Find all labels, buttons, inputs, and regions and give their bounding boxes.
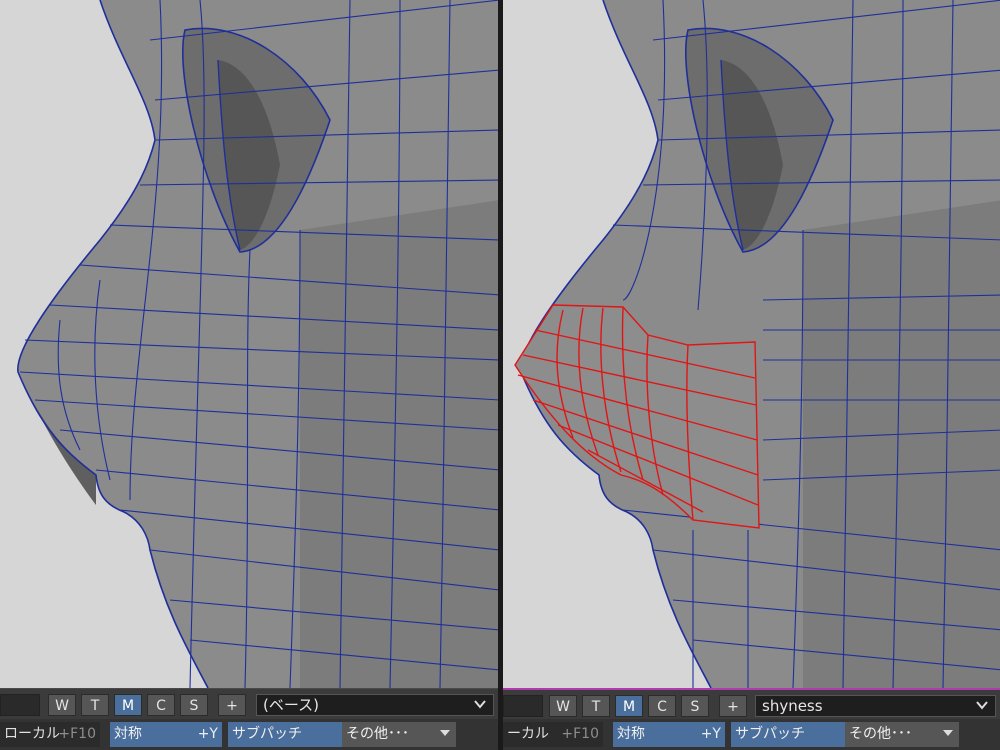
subpatch-label: サブパッチ xyxy=(735,726,805,742)
symmetry-shortcut: +Y xyxy=(197,726,218,742)
local-shortcut: +F10 xyxy=(561,726,599,742)
toolbar-left-cap xyxy=(0,694,40,716)
toolbar-bottom-right: ーカル +F10 対称 +Y サブパッチ その他･･･ xyxy=(503,719,1000,750)
tab-m[interactable]: M xyxy=(615,695,643,717)
toolbar-top-left: W T M C S + (ベース) xyxy=(0,688,498,719)
morph-target-select[interactable]: (ベース) xyxy=(256,694,494,716)
tab-s[interactable]: S xyxy=(180,694,208,716)
morph-target-select[interactable]: shyness xyxy=(755,695,996,717)
toolbar-bottom-left: ローカル +F10 対称 +Y サブパッチ その他･･･ xyxy=(0,719,498,750)
tab-t[interactable]: T xyxy=(582,695,610,717)
tab-c[interactable]: C xyxy=(648,695,676,717)
symmetry-button[interactable]: 対称 +Y xyxy=(613,722,725,747)
tab-w[interactable]: W xyxy=(48,694,76,716)
local-label: ローカル xyxy=(4,726,60,742)
dropdown-arrow-icon xyxy=(943,730,953,736)
toolbar-top-right: W T M C S + shyness xyxy=(503,688,1000,719)
subpatch-button[interactable]: サブパッチ xyxy=(228,722,342,747)
face-mesh-left xyxy=(17,0,498,688)
morph-target-value: (ベース) xyxy=(263,696,319,714)
local-label: ーカル xyxy=(507,726,549,742)
chevron-down-icon xyxy=(976,701,988,710)
symmetry-label: 対称 xyxy=(114,726,142,742)
subpatch-label: サブパッチ xyxy=(232,726,302,742)
local-button[interactable]: ローカル +F10 xyxy=(0,722,100,747)
other-label: その他･･･ xyxy=(346,726,409,742)
subpatch-button[interactable]: サブパッチ xyxy=(731,722,845,747)
tab-c[interactable]: C xyxy=(147,694,175,716)
symmetry-button[interactable]: 対称 +Y xyxy=(110,722,222,747)
other-label: その他･･･ xyxy=(849,726,912,742)
3d-viewport-left[interactable] xyxy=(0,0,498,688)
tab-t[interactable]: T xyxy=(81,694,109,716)
other-menu-button[interactable]: その他･･･ xyxy=(342,722,456,747)
chevron-down-icon xyxy=(474,700,486,709)
local-shortcut: +F10 xyxy=(58,726,96,742)
tab-w[interactable]: W xyxy=(549,695,577,717)
dropdown-arrow-icon xyxy=(440,730,450,736)
other-menu-button[interactable]: その他･･･ xyxy=(845,722,959,747)
viewport-pane-left: W T M C S + (ベース) ローカル +F10 対称 +Y サブパッチ … xyxy=(0,0,498,750)
viewport-pane-right: W T M C S + shyness ーカル +F10 対称 +Y サブパッチ… xyxy=(503,0,1000,750)
tab-m[interactable]: M xyxy=(114,694,142,716)
symmetry-shortcut: +Y xyxy=(700,726,721,742)
add-morph-button[interactable]: + xyxy=(719,695,747,717)
local-button[interactable]: ーカル +F10 xyxy=(503,722,603,747)
morph-target-value: shyness xyxy=(762,697,823,715)
3d-viewport-right[interactable] xyxy=(503,0,1000,688)
tab-s[interactable]: S xyxy=(681,695,709,717)
add-morph-button[interactable]: + xyxy=(218,694,246,716)
toolbar-left-cap xyxy=(503,695,543,717)
symmetry-label: 対称 xyxy=(617,726,645,742)
face-mesh-right xyxy=(514,0,1000,688)
